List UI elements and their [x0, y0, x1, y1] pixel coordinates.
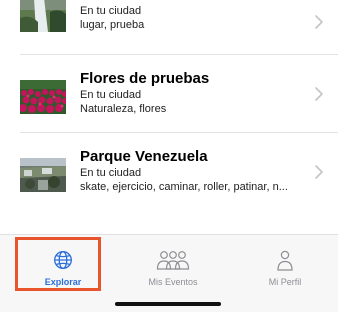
people-icon	[117, 250, 229, 272]
tab-label: Mis Eventos	[148, 277, 198, 287]
waterfall-thumbnail	[20, 0, 66, 32]
item-title: Parque Venezuela	[80, 148, 208, 165]
item-location: En tu ciudad	[80, 5, 142, 17]
chevron-right-icon	[314, 86, 324, 102]
item-tags: lugar, prueba	[80, 19, 145, 31]
tab-label: Mi Perfil	[268, 277, 302, 287]
chevron-right-icon	[314, 164, 324, 180]
park-thumbnail	[20, 158, 66, 192]
tab-mis-eventos[interactable]: Mis Eventos	[117, 235, 229, 295]
home-indicator	[115, 302, 221, 306]
list-item[interactable]: Parque Venezuela En tu ciudad skate, eje…	[0, 142, 338, 214]
list-item[interactable]: Flores de pruebas En tu ciudad Naturalez…	[0, 62, 338, 134]
person-icon	[229, 250, 338, 272]
item-location: En tu ciudad	[80, 89, 142, 101]
item-location: En tu ciudad	[80, 167, 142, 179]
divider	[20, 132, 338, 133]
item-tags: skate, ejercicio, caminar, roller, patin…	[80, 181, 288, 193]
tab-mi-perfil[interactable]: Mi Perfil	[229, 235, 338, 295]
item-title: Flores de pruebas	[80, 70, 210, 87]
divider	[20, 54, 338, 55]
item-tags: Naturaleza, flores	[80, 103, 167, 115]
selection-highlight	[15, 237, 101, 291]
flowers-thumbnail	[20, 80, 66, 114]
list-item[interactable]: En tu ciudad lugar, prueba	[0, 0, 338, 60]
chevron-right-icon	[314, 14, 324, 30]
